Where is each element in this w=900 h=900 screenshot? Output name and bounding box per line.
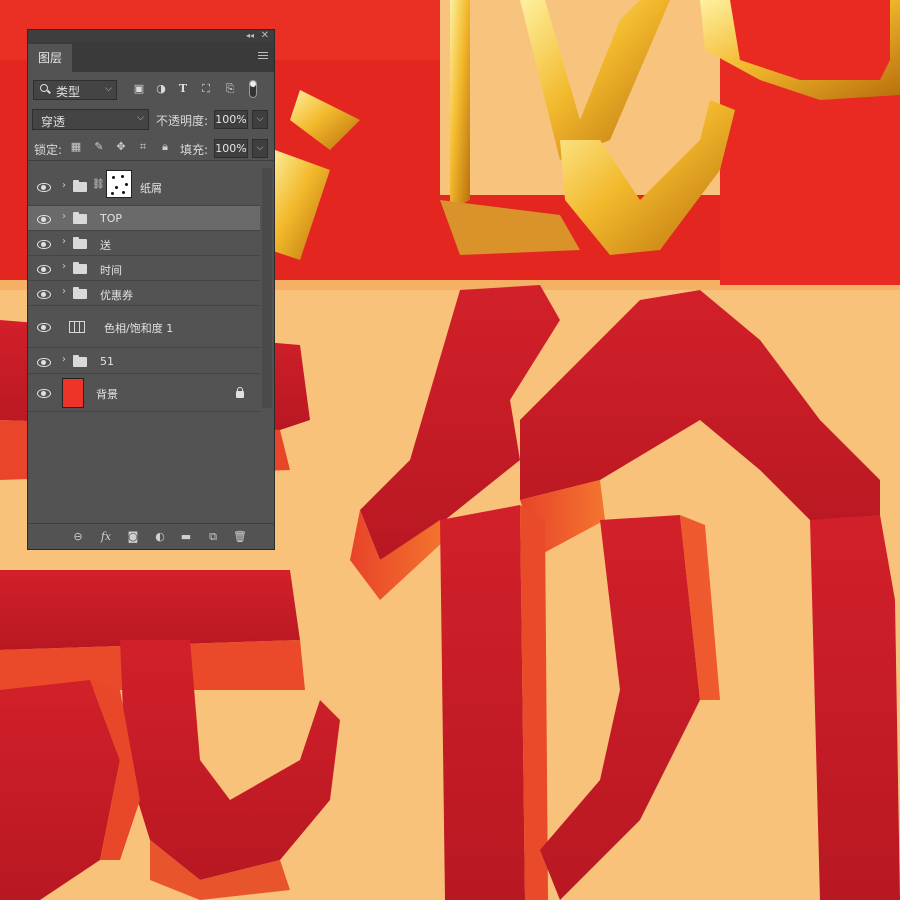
close-icon[interactable]: ✕ (261, 30, 269, 42)
shape-filter-icon[interactable]: ⛶ (200, 83, 212, 95)
delete-layer-icon[interactable]: 🗑︎ (233, 531, 247, 543)
layer-style-icon[interactable]: fx (99, 531, 113, 543)
layer-name[interactable]: 时间 (100, 262, 122, 278)
visibility-eye-icon[interactable] (36, 322, 52, 332)
lock-transparent-pixels-icon[interactable]: ▦ (70, 141, 82, 153)
expand-chevron-icon[interactable]: › (62, 211, 66, 222)
blend-row: 穿透 ⌵ 不透明度: 100% ⌵ (28, 108, 274, 132)
lock-row: 锁定: ▦ ✎ ✥ ⌗ 🔒︎ 填充: 100% ⌵ (28, 136, 274, 161)
layer-row-time[interactable]: › 时间 (28, 256, 260, 281)
opacity-field[interactable]: 100% (214, 110, 248, 129)
folder-icon (73, 237, 87, 249)
folder-icon (73, 212, 87, 224)
folder-icon (73, 262, 87, 274)
layers-panel: ◂◂ ✕ 图层 类型 ⌵ ▣ ◑ T ⛶ ⎘ 穿透 ⌵ 不透明度: 100% ⌵… (27, 29, 275, 550)
opacity-label: 不透明度: (156, 114, 209, 128)
folder-icon (73, 180, 87, 192)
blend-mode-value: 穿透 (41, 115, 66, 129)
opacity-dropdown-icon[interactable]: ⌵ (252, 110, 268, 129)
lock-artboard-icon[interactable]: ⌗ (137, 141, 149, 153)
image-filter-icon[interactable]: ▣ (133, 83, 145, 95)
visibility-eye-icon[interactable] (36, 357, 52, 367)
lock-position-icon[interactable]: ✥ (115, 141, 127, 153)
lock-label: 锁定: (34, 143, 63, 157)
chevron-down-icon: ⌵ (105, 84, 112, 94)
layer-row-confetti[interactable]: › ⛓ 纸屑 (28, 168, 260, 206)
expand-chevron-icon[interactable]: › (62, 236, 66, 247)
fill-label: 填充: (180, 143, 209, 157)
expand-chevron-icon[interactable]: › (62, 354, 66, 365)
lock-all-icon[interactable]: 🔒︎ (159, 141, 171, 153)
layer-name[interactable]: TOP (100, 212, 122, 225)
panel-menu-icon[interactable] (258, 52, 268, 61)
layer-name[interactable]: 色相/饱和度 1 (104, 320, 173, 336)
blend-mode-select[interactable]: 穿透 ⌵ (32, 109, 149, 130)
visibility-eye-icon[interactable] (36, 182, 52, 192)
layers-scrollbar[interactable] (262, 168, 272, 408)
fill-field[interactable]: 100% (214, 139, 248, 158)
layer-name[interactable]: 51 (100, 355, 114, 368)
expand-chevron-icon[interactable]: › (62, 261, 66, 272)
new-layer-icon[interactable]: ⧉ (206, 531, 220, 543)
layer-name[interactable]: 背景 (96, 386, 118, 402)
chevron-down-icon: ⌵ (137, 113, 144, 123)
new-group-icon[interactable]: ▬ (179, 531, 193, 543)
layer-row-51[interactable]: › 51 (28, 348, 260, 374)
fill-dropdown-icon[interactable]: ⌵ (252, 139, 268, 158)
layer-name[interactable]: 送 (100, 237, 111, 253)
smart-object-filter-icon[interactable]: ⎘ (224, 83, 236, 95)
hue-saturation-icon[interactable] (69, 321, 85, 333)
layer-row-coupon[interactable]: › 优惠券 (28, 281, 260, 306)
layer-thumbnail[interactable] (62, 378, 84, 408)
link-layers-icon[interactable]: ⊖ (71, 531, 85, 543)
layer-name[interactable]: 优惠券 (100, 287, 133, 303)
adjustment-filter-icon[interactable]: ◑ (155, 83, 167, 95)
filter-row: 类型 ⌵ ▣ ◑ T ⛶ ⎘ (28, 78, 274, 102)
type-filter-icon[interactable]: T (177, 83, 189, 95)
layer-mask-thumbnail[interactable] (106, 170, 132, 198)
layer-row-hue-saturation[interactable]: 色相/饱和度 1 (28, 306, 260, 348)
visibility-eye-icon[interactable] (36, 239, 52, 249)
panel-titlebar: ◂◂ ✕ (28, 30, 274, 42)
layer-row-background[interactable]: 背景 (28, 374, 260, 412)
folder-icon (73, 287, 87, 299)
filter-toggle-icon[interactable] (249, 80, 257, 98)
expand-chevron-icon[interactable]: › (62, 286, 66, 297)
layer-row-song[interactable]: › 送 (28, 231, 260, 256)
visibility-eye-icon[interactable] (36, 264, 52, 274)
new-adjustment-icon[interactable]: ◐ (153, 531, 167, 543)
expand-chevron-icon[interactable]: › (62, 180, 66, 191)
folder-icon (73, 355, 87, 367)
search-icon (40, 84, 48, 92)
visibility-eye-icon[interactable] (36, 388, 52, 398)
filter-type-select[interactable]: 类型 ⌵ (33, 80, 117, 100)
filter-type-label: 类型 (56, 85, 81, 99)
lock-image-pixels-icon[interactable]: ✎ (93, 141, 105, 153)
panel-bottom-bar: ⊖ fx ◙ ◐ ▬ ⧉ 🗑︎ (28, 523, 274, 550)
visibility-eye-icon[interactable] (36, 214, 52, 224)
visibility-eye-icon[interactable] (36, 289, 52, 299)
layer-row-top[interactable]: › TOP (28, 206, 260, 231)
panel-tab-row: 图层 (28, 42, 274, 72)
collapse-panel-icon[interactable]: ◂◂ (246, 30, 254, 42)
tab-layers[interactable]: 图层 (28, 44, 72, 72)
add-mask-icon[interactable]: ◙ (126, 531, 140, 543)
lock-icon (236, 387, 244, 398)
layer-name[interactable]: 纸屑 (140, 180, 162, 196)
mask-link-icon[interactable]: ⛓ (92, 179, 105, 190)
